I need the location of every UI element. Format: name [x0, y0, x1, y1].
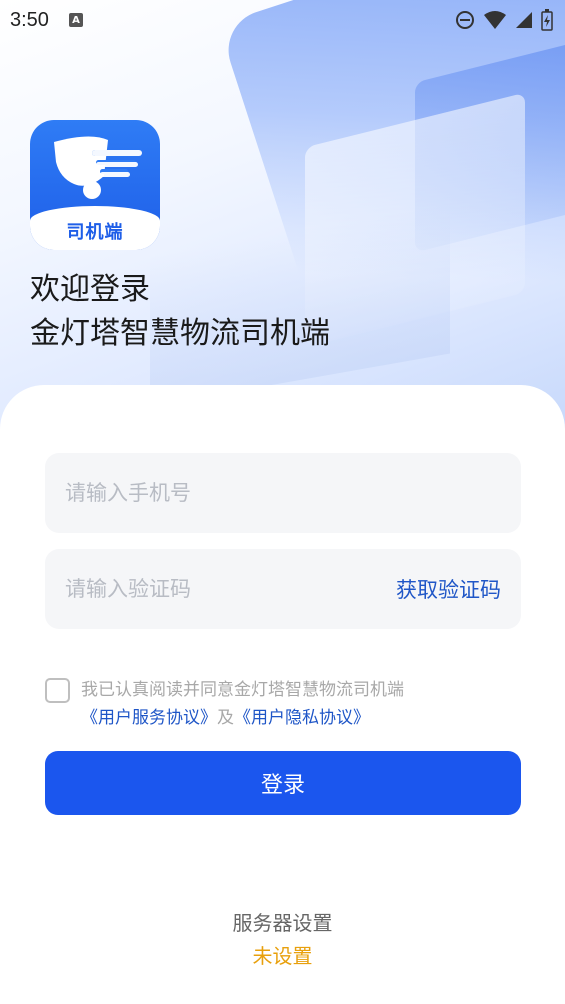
status-time: 3:50	[10, 8, 49, 31]
login-screen: 3:50 A 司机端 欢迎登录 金灯塔智慧物流司机端 请输入手机号 请输入验证码…	[0, 0, 565, 1004]
server-settings-link[interactable]: 服务器设置	[0, 907, 565, 936]
welcome-line-2: 金灯塔智慧物流司机端	[30, 316, 330, 351]
privacy-agreement-link[interactable]: 《用户隐私协议》	[234, 708, 370, 728]
wifi-icon	[483, 10, 507, 30]
phone-input[interactable]	[65, 481, 501, 505]
code-input[interactable]	[65, 577, 396, 601]
phone-field[interactable]	[45, 453, 521, 533]
welcome-heading: 欢迎登录 金灯塔智慧物流司机端	[30, 268, 330, 356]
get-code-button[interactable]: 获取验证码	[396, 574, 501, 604]
do-not-disturb-icon	[455, 10, 475, 30]
app-logo: 司机端	[30, 120, 160, 250]
logo-label: 司机端	[66, 222, 124, 243]
truck-logo-icon	[54, 136, 142, 199]
status-bar: 3:50 A	[0, 0, 565, 40]
server-status[interactable]: 未设置	[0, 940, 565, 969]
battery-icon	[541, 9, 553, 31]
signal-icon	[515, 10, 533, 30]
user-agreement-link[interactable]: 《用户服务协议》	[81, 708, 217, 728]
agreement-text: 我已认真阅读并同意金灯塔智慧物流司机端	[81, 680, 404, 700]
code-field[interactable]: 获取验证码	[45, 549, 521, 629]
agreement-checkbox[interactable]	[45, 678, 70, 703]
agreement-conjunction: 及	[217, 708, 234, 728]
a-icon: A	[68, 13, 83, 27]
agreement-row: 我已认真阅读并同意金灯塔智慧物流司机端 《用户服务协议》及《用户隐私协议》	[45, 676, 521, 732]
login-button[interactable]: 登录	[45, 751, 521, 815]
welcome-line-1: 欢迎登录	[30, 272, 150, 307]
